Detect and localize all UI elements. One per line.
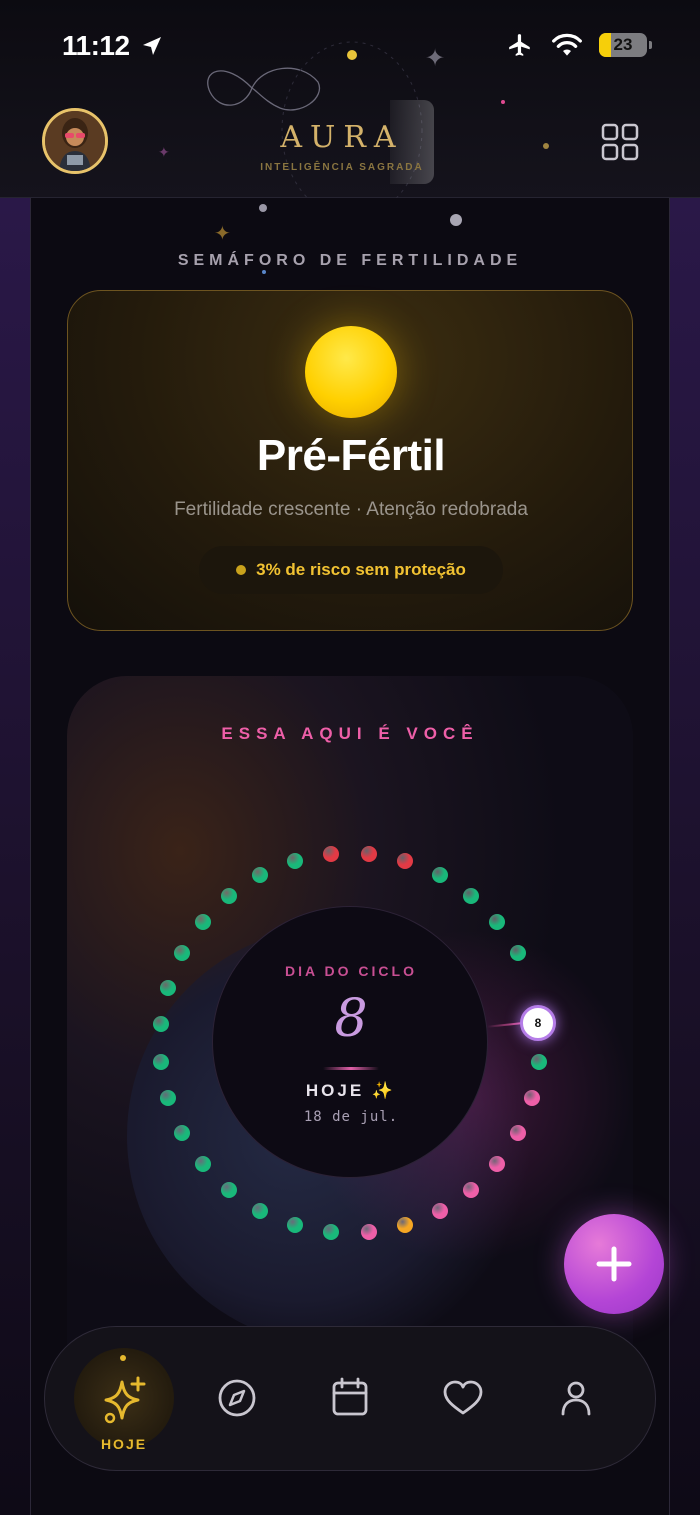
risk-badge: 3% de risco sem proteção: [199, 546, 503, 594]
nav-item-explore[interactable]: [197, 1358, 277, 1454]
nav-item-calendar[interactable]: [310, 1358, 390, 1454]
add-entry-button[interactable]: [564, 1214, 664, 1314]
sparkles-icon: [104, 1376, 146, 1424]
cycle-day-number: 8: [334, 989, 368, 1049]
fertility-status: Pré-Fértil: [256, 431, 446, 480]
app-header: ✦ ✦ 11:12 23 AURA INTELIGÊNCIA SAGRADA: [0, 0, 700, 198]
cycle-day-dot[interactable]: [195, 1155, 212, 1172]
battery-level: 23: [613, 35, 633, 54]
heart-icon: [443, 1380, 483, 1415]
cycle-center: DIA DO CICLO 8 HOJE ✨ 18 de jul.: [212, 906, 488, 1178]
current-day-marker[interactable]: 8: [520, 1005, 556, 1041]
battery-indicator: 23: [599, 33, 647, 57]
status-icons: 23: [505, 32, 652, 58]
risk-text: 3% de risco sem proteção: [256, 560, 466, 579]
fertility-description: Fertilidade crescente · Atenção redobrad…: [174, 499, 528, 520]
calendar-icon: [332, 1377, 368, 1416]
nav-label-hoje: HOJE: [100, 1436, 148, 1452]
right-edge: [670, 198, 700, 1515]
fertility-section-title: SEMÁFORO DE FERTILIDADE: [177, 252, 523, 269]
cycle-day-dot[interactable]: [431, 1202, 448, 1219]
avatar[interactable]: [42, 108, 108, 174]
plus-icon: [596, 1246, 632, 1282]
location-arrow-icon: [143, 37, 161, 55]
cycle-day-dot[interactable]: [509, 945, 526, 962]
compass-icon: [218, 1379, 256, 1417]
left-edge: [0, 198, 30, 1515]
cycle-day-dot[interactable]: [286, 853, 303, 870]
cycle-today-label: HOJE ✨: [305, 1081, 397, 1100]
background-sparkles: ✦: [214, 204, 462, 274]
user-avatar-icon: [45, 111, 105, 171]
grid-menu-button[interactable]: [600, 122, 640, 162]
user-icon: [561, 1381, 591, 1416]
nav-item-favorites[interactable]: [423, 1358, 503, 1454]
risk-dot-icon: [236, 565, 247, 575]
brand-logo: AURA INTELIGÊNCIA SAGRADA: [250, 100, 434, 184]
cycle-day-dot[interactable]: [509, 1124, 526, 1141]
cycle-day-dot[interactable]: [360, 1224, 377, 1241]
airplane-icon: [509, 34, 530, 56]
cycle-date: 18 de jul.: [303, 1109, 399, 1125]
cycle-day-dot[interactable]: [523, 1090, 540, 1107]
cycle-day-dot[interactable]: [360, 845, 377, 862]
battery-cap: [649, 41, 652, 49]
cycle-day-dot[interactable]: [462, 1181, 479, 1198]
cycle-day-dot[interactable]: [462, 888, 479, 905]
nav-item-profile[interactable]: [536, 1358, 616, 1454]
svg-text:✦: ✦: [214, 221, 231, 245]
cycle-day-label: DIA DO CICLO: [285, 963, 417, 979]
cycle-divider: [323, 1067, 379, 1070]
status-time: 11:12: [62, 30, 130, 61]
cycle-day-dot[interactable]: [160, 979, 177, 996]
nav-item-hoje[interactable]: HOJE: [74, 1348, 174, 1452]
wifi-icon: [552, 33, 582, 56]
brand-title: AURA: [280, 120, 404, 155]
status-bar: 11:12 23: [0, 28, 700, 68]
cycle-day-dot[interactable]: [174, 1124, 191, 1141]
cycle-day-dot[interactable]: [252, 1202, 269, 1219]
cycle-day-dot[interactable]: [397, 1216, 414, 1233]
fertility-light-indicator: [305, 326, 397, 418]
cycle-day-dot[interactable]: [152, 1053, 169, 1070]
brand-tagline: INTELIGÊNCIA SAGRADA: [260, 162, 424, 173]
svg-text:✦: ✦: [158, 145, 170, 161]
cycle-day-dot[interactable]: [488, 1155, 505, 1172]
fertility-card: Pré-Fértil Fertilidade crescente · Atenç…: [67, 290, 633, 631]
cycle-section-title: ESSA AQUI É VOCÊ: [221, 724, 479, 743]
cycle-day-dot[interactable]: [531, 1053, 548, 1070]
cycle-day-dot[interactable]: [431, 867, 448, 884]
cycle-day-dot[interactable]: [286, 1216, 303, 1233]
